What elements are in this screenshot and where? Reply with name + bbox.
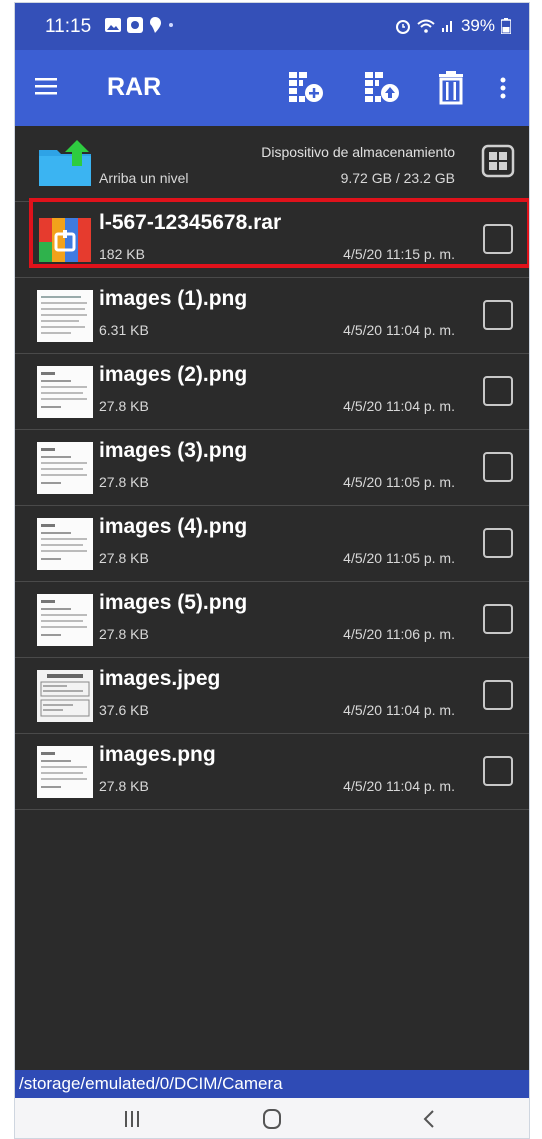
file-row[interactable]: images (3).png 27.8 KB 4/5/20 11:05 p. m… [15,430,529,506]
file-row[interactable]: l-567-12345678.rar 182 KB 4/5/20 11:15 p… [15,202,529,278]
add-to-archive-icon[interactable] [287,68,327,108]
file-row[interactable]: images.jpeg 37.6 KB 4/5/20 11:04 p. m. [15,658,529,734]
file-name: images (3).png [99,439,248,462]
app-toolbar: RAR [15,50,529,126]
file-size: 27.8 KB [99,778,149,794]
recent-apps-icon[interactable] [117,1108,147,1130]
file-size: 37.6 KB [99,702,149,718]
file-checkbox[interactable] [483,528,513,558]
status-time: 11:15 [45,16,92,37]
image-thumbnail [37,366,93,418]
file-size: 6.31 KB [99,322,149,338]
more-icon[interactable] [493,68,513,108]
chat-icon [150,17,161,33]
file-row[interactable]: images (1).png 6.31 KB 4/5/20 11:04 p. m… [15,278,529,354]
file-date: 4/5/20 11:05 p. m. [343,550,455,566]
screen-icon [127,17,143,33]
file-row[interactable]: images.png 27.8 KB 4/5/20 11:04 p. m. [15,734,529,810]
menu-icon[interactable] [33,74,61,98]
file-size: 27.8 KB [99,474,149,490]
file-name: images.jpeg [99,667,221,690]
up-level-label: Arriba un nivel [99,170,189,186]
file-size: 27.8 KB [99,626,149,642]
file-date: 4/5/20 11:05 p. m. [343,474,455,490]
image-thumbnail [37,290,93,342]
file-row[interactable]: images (2).png 27.8 KB 4/5/20 11:04 p. m… [15,354,529,430]
up-level-row[interactable]: Arriba un nivel Dispositivo de almacenam… [15,126,529,202]
folder-up-icon [39,140,91,186]
rar-archive-icon [39,218,91,262]
file-row[interactable]: images (4).png 27.8 KB 4/5/20 11:05 p. m… [15,506,529,582]
image-thumbnail [37,594,93,646]
file-name: l-567-12345678.rar [99,211,282,234]
image-thumbnail [37,670,93,722]
alarm-icon [395,20,410,34]
back-icon[interactable] [415,1108,445,1130]
storage-value: 9.72 GB / 23.2 GB [340,170,455,186]
gallery-icon [105,18,121,32]
signal-icon [441,21,452,32]
file-date: 4/5/20 11:15 p. m. [343,246,455,262]
file-checkbox[interactable] [483,604,513,634]
file-checkbox[interactable] [483,452,513,482]
file-date: 4/5/20 11:06 p. m. [343,626,455,642]
battery-percent: 39% [460,16,495,35]
file-name: images (1).png [99,287,248,310]
battery-icon [501,18,511,34]
storage-label: Dispositivo de almacenamiento [261,144,455,160]
home-icon[interactable] [257,1108,287,1130]
grid-view-icon[interactable] [481,144,515,178]
file-date: 4/5/20 11:04 p. m. [343,398,455,414]
file-checkbox[interactable] [483,680,513,710]
file-size: 182 KB [99,246,145,262]
app-frame: 11:15 39% RAR Arriba un nivel Dispositiv… [14,2,530,1139]
file-checkbox[interactable] [483,376,513,406]
file-size: 27.8 KB [99,550,149,566]
system-nav-bar [15,1098,529,1138]
file-name: images (4).png [99,515,248,538]
file-date: 4/5/20 11:04 p. m. [343,702,455,718]
file-date: 4/5/20 11:04 p. m. [343,778,455,794]
image-thumbnail [37,518,93,570]
dot-icon [169,23,173,27]
file-date: 4/5/20 11:04 p. m. [343,322,455,338]
file-size: 27.8 KB [99,398,149,414]
extract-icon[interactable] [363,68,403,108]
delete-icon[interactable] [431,68,471,108]
file-checkbox[interactable] [483,300,513,330]
app-title: RAR [107,73,162,101]
file-row[interactable]: images (5).png 27.8 KB 4/5/20 11:06 p. m… [15,582,529,658]
file-name: images (2).png [99,363,248,386]
file-checkbox[interactable] [483,756,513,786]
wifi-icon [417,19,435,33]
file-name: images.png [99,743,216,766]
image-thumbnail [37,442,93,494]
file-checkbox[interactable] [483,224,513,254]
image-thumbnail [37,746,93,798]
path-bar: /storage/emulated/0/DCIM/Camera [15,1070,529,1098]
status-bar: 11:15 39% [15,3,529,50]
file-name: images (5).png [99,591,248,614]
